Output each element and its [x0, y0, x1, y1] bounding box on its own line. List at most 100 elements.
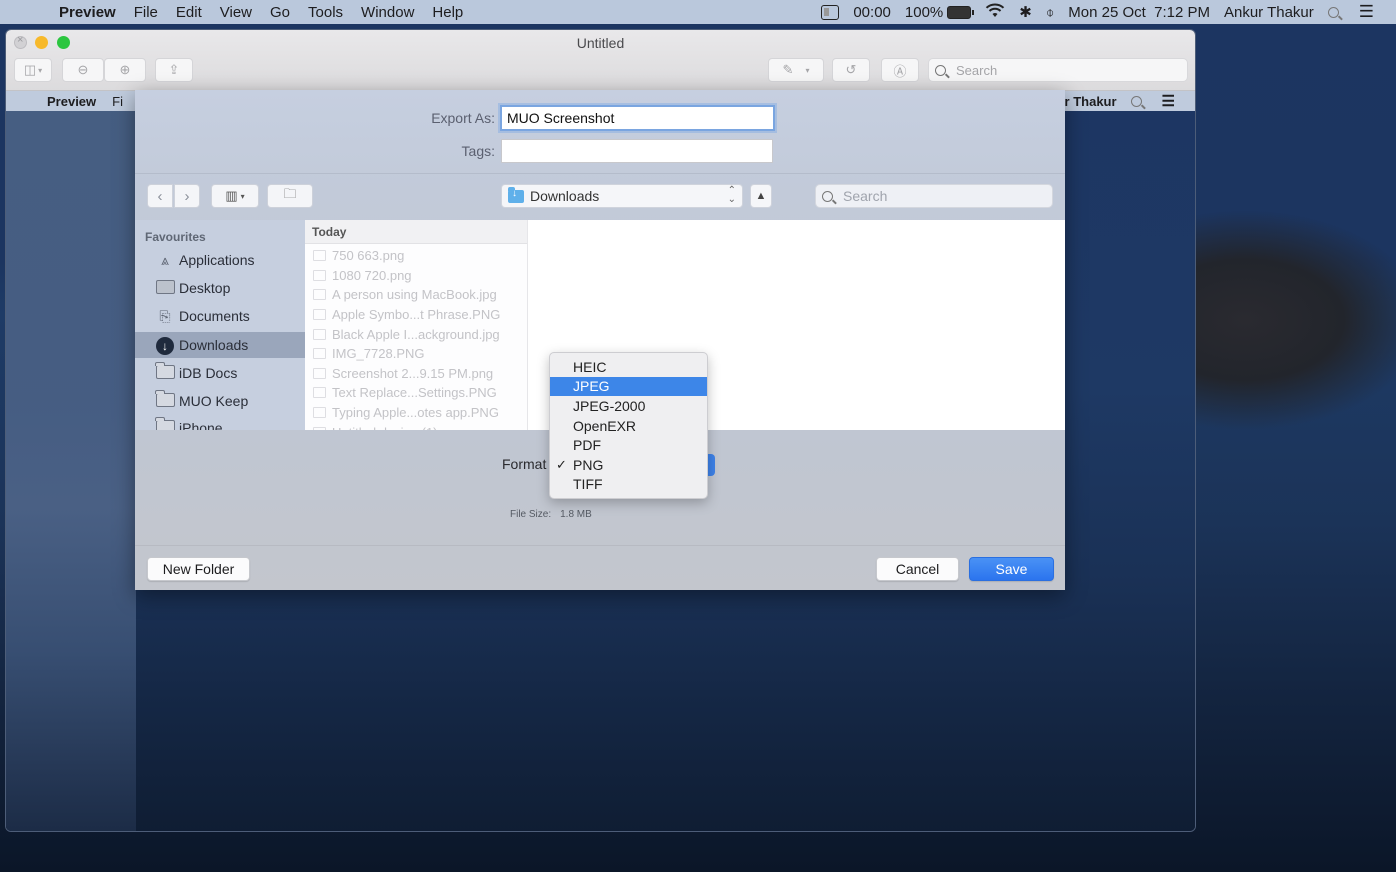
user-name[interactable]: Ankur Thakur: [1224, 4, 1314, 21]
bluetooth-icon[interactable]: ✱: [1019, 3, 1032, 21]
file-thumbnail-icon: [313, 426, 326, 430]
menu-go[interactable]: Go: [270, 4, 290, 21]
file-row[interactable]: 750 663.png: [305, 246, 527, 266]
file-thumbnail-icon: [313, 309, 326, 321]
format-option-tiff[interactable]: TIFF: [550, 475, 707, 495]
applications-icon: ⩓: [161, 252, 169, 268]
spotlight-search-icon[interactable]: [1327, 6, 1339, 18]
share-button[interactable]: ⇪: [155, 58, 193, 82]
format-option-png[interactable]: ✓ PNG: [550, 455, 707, 475]
list-icon: ☰: [1161, 93, 1175, 110]
menu-tools[interactable]: Tools: [308, 4, 343, 21]
updown-arrows-icon: ⌃ ⌄: [727, 185, 736, 205]
file-row[interactable]: Apple Symbo...t Phrase.PNG: [305, 305, 527, 325]
save-button[interactable]: Save: [969, 557, 1054, 581]
format-option-heic[interactable]: HEIC: [550, 357, 707, 377]
file-thumbnail-icon: [313, 250, 326, 262]
sidebar-item-muo-keep[interactable]: MUO Keep: [135, 388, 305, 414]
file-thumbnail-icon: [313, 367, 326, 379]
sidebar-item-label: MUO Keep: [179, 393, 249, 409]
back-button[interactable]: ‹: [147, 184, 173, 208]
desktop-icon-wrap: [155, 280, 175, 296]
file-row[interactable]: IMG_7728.PNG: [305, 344, 527, 364]
rotate-button[interactable]: ↺: [832, 58, 870, 82]
sidebar-item-label: iDB Docs: [179, 365, 238, 381]
format-option-pdf[interactable]: PDF: [550, 435, 707, 455]
markup-pen-button[interactable]: ✎ ▾: [768, 58, 824, 82]
chevron-down-icon: ▾: [38, 65, 43, 75]
file-thumbnail-icon: [313, 407, 326, 419]
format-dropdown-menu: HEIC JPEG JPEG-2000 OpenEXR PDF ✓ PNG TIF…: [549, 352, 708, 499]
sidebar-item-idb-docs[interactable]: iDB Docs: [135, 360, 305, 386]
export-as-input[interactable]: MUO Screenshot: [500, 105, 775, 131]
file-row[interactable]: Black Apple I...ackground.jpg: [305, 324, 527, 344]
notification-center-icon[interactable]: ☰: [1359, 2, 1374, 22]
favourites-heading: Favourites: [145, 230, 206, 244]
sidebar-item-label: Applications: [179, 252, 255, 268]
search-icon: [1130, 95, 1142, 107]
file-row[interactable]: Typing Apple...otes app.PNG: [305, 403, 527, 423]
file-name: Text Replace...Settings.PNG: [332, 385, 497, 401]
sidebar-item-downloads[interactable]: ↓ Downloads: [135, 332, 305, 358]
wallpaper-left-strip: [6, 111, 136, 831]
wifi-icon[interactable]: [985, 3, 1005, 22]
sidebar-icon: ◫: [23, 62, 37, 77]
file-name: Black Apple I...ackground.jpg: [332, 326, 500, 342]
share-icon: ⇪: [168, 62, 180, 77]
menu-window[interactable]: Window: [361, 4, 414, 21]
battery-status[interactable]: 100%: [905, 4, 975, 21]
new-folder-button[interactable]: New Folder: [147, 557, 250, 581]
format-option-openexr[interactable]: OpenEXR: [550, 416, 707, 436]
file-row[interactable]: Untitled design (1)...: [305, 422, 527, 430]
zoom-in-button[interactable]: ⊕: [104, 58, 146, 82]
pen-icon: ✎: [782, 62, 794, 77]
export-as-value: MUO Screenshot: [507, 110, 615, 126]
attachment-icon[interactable]: ⌽: [1046, 4, 1054, 21]
sidebar-item-applications[interactable]: ⩓ Applications: [135, 247, 305, 273]
tags-input[interactable]: [501, 139, 773, 163]
location-popup[interactable]: Downloads ⌃⌄: [501, 184, 743, 208]
file-name: Typing Apple...otes app.PNG: [332, 405, 499, 421]
chevron-up-icon: ▲: [755, 190, 767, 202]
option-label: OpenEXR: [573, 417, 637, 434]
forward-button[interactable]: ›: [174, 184, 200, 208]
menu-file[interactable]: File: [134, 4, 158, 21]
cancel-button[interactable]: Cancel: [876, 557, 959, 581]
toolbar-search-placeholder: Search: [956, 62, 998, 78]
file-name: A person using MacBook.jpg: [332, 287, 497, 303]
format-option-jpeg-2000[interactable]: JPEG-2000: [550, 396, 707, 416]
menu-help[interactable]: Help: [432, 4, 463, 21]
view-mode-button[interactable]: ▥ ▾: [211, 184, 259, 208]
menu-edit[interactable]: Edit: [176, 4, 202, 21]
menu-app-name[interactable]: Preview: [59, 4, 116, 21]
search-icon: [935, 64, 946, 76]
file-name: 1080 720.png: [332, 267, 412, 283]
checkmark-icon: ✓: [556, 456, 567, 472]
annotate-button[interactable]: Ⓐ: [881, 58, 919, 82]
sidebar-item-label: Downloads: [179, 337, 249, 353]
sidebar-item-documents[interactable]: ⎘ Documents: [135, 303, 305, 329]
sheet-search-input[interactable]: Search: [815, 184, 1053, 208]
battery-icon: [947, 5, 975, 19]
toolbar-search-input[interactable]: Search: [928, 58, 1188, 82]
screen-recorder-icon[interactable]: [821, 4, 840, 20]
desktop-icon: [155, 280, 175, 294]
new-folder-toolbar-button[interactable]: 🗀: [267, 184, 313, 208]
clock-datetime[interactable]: Mon 25 Oct 7:12 PM: [1068, 4, 1210, 21]
file-row[interactable]: 1080 720.png: [305, 266, 527, 286]
file-row[interactable]: Screenshot 2...9.15 PM.png: [305, 364, 527, 384]
menu-view[interactable]: View: [220, 4, 252, 21]
columns-view-icon: ▥: [225, 188, 238, 203]
file-name: 750 663.png: [332, 248, 405, 264]
zoom-out-button[interactable]: ⊖: [62, 58, 104, 82]
file-row[interactable]: A person using MacBook.jpg: [305, 285, 527, 305]
sidebar-item-iphone[interactable]: iPhone: [135, 415, 305, 430]
collapse-browser-button[interactable]: ▲: [750, 184, 772, 208]
folder-icon: [155, 390, 175, 407]
recorder-time[interactable]: 00:00: [853, 4, 891, 21]
sidebar-item-desktop[interactable]: Desktop: [135, 275, 305, 301]
sidebar-toggle-button[interactable]: ◫ ▾: [14, 58, 52, 82]
file-row[interactable]: Text Replace...Settings.PNG: [305, 383, 527, 403]
file-thumbnail-icon: [313, 348, 326, 360]
format-option-jpeg[interactable]: JPEG: [550, 376, 707, 397]
